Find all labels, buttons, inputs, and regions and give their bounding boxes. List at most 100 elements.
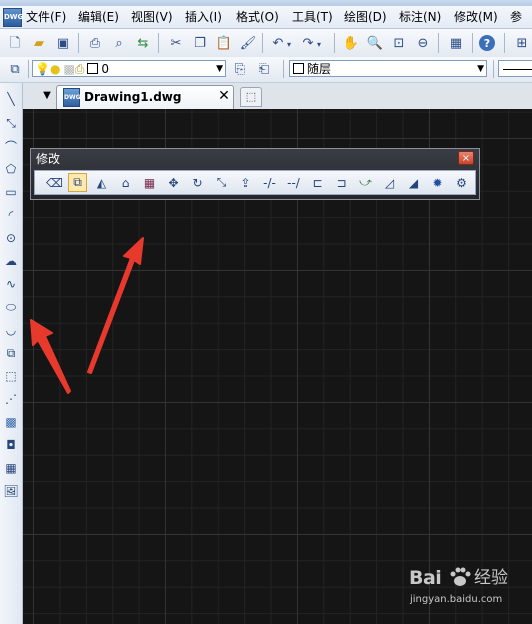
modify-panel-close-button[interactable]: × <box>458 151 474 165</box>
menu-dimension[interactable]: 标注(N) <box>399 6 441 28</box>
paw-icon <box>450 567 471 586</box>
point-icon[interactable]: ⋰ <box>2 390 20 408</box>
break-at-point-icon[interactable]: ⊏ <box>308 173 327 192</box>
extend-icon[interactable]: --/ <box>284 173 303 192</box>
polyline-icon[interactable]: ⌒ <box>2 137 20 155</box>
tab-list-arrow-icon[interactable]: ▼ <box>40 89 54 103</box>
layer-sun-icon: ● <box>49 62 61 76</box>
publish-icon[interactable]: ⇆ <box>133 33 153 53</box>
new-icon[interactable]: 🗋 <box>5 33 25 53</box>
layer-manager-icon[interactable]: ⧉ <box>5 59 25 79</box>
app-icon[interactable]: DWG <box>3 8 23 27</box>
region-icon[interactable]: ◘ <box>2 436 20 454</box>
mirror-icon[interactable]: ◭ <box>92 173 111 192</box>
color-dropdown[interactable]: 随层 ▼ <box>289 60 487 77</box>
menu-edit[interactable]: 编辑(E) <box>78 6 119 28</box>
copy-icon[interactable]: ❐ <box>190 33 210 53</box>
toolbar-separator <box>334 33 335 53</box>
toolbar-separator <box>28 60 29 78</box>
layer-on-icon: 💡 <box>35 62 50 76</box>
menu-file[interactable]: 文件(F) <box>26 6 66 28</box>
save-icon[interactable]: ▣ <box>53 33 73 53</box>
calculator-icon[interactable]: ▦ <box>446 33 466 53</box>
toolbar-separator <box>493 60 494 78</box>
erase-icon[interactable]: ⌫ <box>45 173 64 192</box>
make-layer-current-icon[interactable]: ⎘ <box>230 59 250 79</box>
circle-icon[interactable]: ⊙ <box>2 229 20 247</box>
menu-modify[interactable]: 修改(M) <box>454 6 498 28</box>
array-icon[interactable]: ▦ <box>140 173 159 192</box>
menu-param[interactable]: 参 <box>510 6 522 28</box>
explode-icon[interactable]: ✹ <box>428 173 447 192</box>
paste-icon[interactable]: 📋 <box>214 33 234 53</box>
tab-label: Drawing1.dwg <box>84 90 182 104</box>
scale-icon[interactable]: ⤡ <box>212 173 231 192</box>
chamfer-icon[interactable]: ◿ <box>380 173 399 192</box>
color-swatch <box>293 63 304 74</box>
construction-line-icon[interactable]: ⤡ <box>2 114 20 132</box>
color-value: 随层 <box>307 62 332 76</box>
chevron-down-icon: ▼ <box>216 64 223 74</box>
toolbar-separator <box>262 33 263 53</box>
zoom-window-icon[interactable]: ⊡ <box>389 33 409 53</box>
join-icon[interactable]: ⤻ <box>356 173 375 192</box>
toolbar-separator <box>78 33 79 53</box>
layer-color-swatch <box>87 63 99 74</box>
image-icon[interactable]: 🖼 <box>2 482 20 500</box>
print-icon[interactable]: ⎙ <box>85 33 105 53</box>
rotate-icon[interactable]: ↻ <box>188 173 207 192</box>
linetype-dropdown[interactable] <box>498 60 532 77</box>
chevron-down-icon: ▼ <box>477 64 484 74</box>
menu-tools[interactable]: 工具(T) <box>292 6 333 28</box>
undo-dropdown-icon[interactable]: ▾ <box>284 35 294 55</box>
menu-format[interactable]: 格式(O) <box>236 6 279 28</box>
ellipse-icon[interactable]: ⬭ <box>2 298 20 316</box>
ellipse-arc-icon[interactable]: ◡ <box>2 321 20 339</box>
linetype-preview <box>503 69 532 70</box>
layer-name: 0 <box>101 62 110 76</box>
menu-view[interactable]: 视图(V) <box>131 6 173 28</box>
redo-dropdown-icon[interactable]: ▾ <box>314 35 324 55</box>
pan-icon[interactable]: ✋ <box>341 33 361 53</box>
print-preview-icon[interactable]: ⌕ <box>109 33 129 53</box>
zoom-realtime-icon[interactable]: 🔍 <box>365 33 385 53</box>
workspace-icon[interactable]: ⊞ <box>512 33 532 53</box>
fillet-icon[interactable]: ◢ <box>404 173 423 192</box>
cut-icon[interactable]: ✂ <box>166 33 186 53</box>
table-icon[interactable]: ▦ <box>2 459 20 477</box>
arc-icon[interactable]: ◜ <box>2 206 20 224</box>
new-tab-button[interactable]: ⬚ <box>240 87 262 107</box>
make-block-icon[interactable]: ⬚ <box>2 367 20 385</box>
trim-icon[interactable]: -/- <box>260 173 279 192</box>
watermark-suffix: 经验 <box>474 568 508 588</box>
move-icon[interactable]: ✥ <box>164 173 183 192</box>
tab-close-icon[interactable]: ✕ <box>217 88 231 104</box>
menu-draw[interactable]: 绘图(D) <box>344 6 387 28</box>
break-icon[interactable]: ⊐ <box>332 173 351 192</box>
polygon-icon[interactable]: ⬠ <box>2 160 20 178</box>
toolbar-separator <box>438 33 439 53</box>
toolbar-separator <box>472 33 473 53</box>
zoom-previous-icon[interactable]: ⊖ <box>413 33 433 53</box>
layer-dropdown[interactable]: 💡● ▩⎙ 0 ▼ <box>32 60 226 77</box>
toolbar-separator <box>158 33 159 53</box>
insert-block-icon[interactable]: ⧉ <box>2 344 20 362</box>
copy-object-icon[interactable]: ⧉ <box>68 173 87 192</box>
layer-previous-icon[interactable]: ⎗ <box>254 59 274 79</box>
modify-properties-icon[interactable]: ⚙ <box>452 173 471 192</box>
offset-icon[interactable]: ⌂ <box>116 173 135 192</box>
line-icon[interactable]: ╲ <box>2 90 20 108</box>
hatch-icon[interactable]: ▩ <box>2 413 20 431</box>
match-properties-icon[interactable]: 🖌 <box>238 33 258 53</box>
open-icon[interactable]: ▰ <box>29 33 49 53</box>
menu-insert[interactable]: 插入(I) <box>185 6 222 28</box>
spline-icon[interactable]: ∿ <box>2 275 20 293</box>
toolbar-separator <box>283 60 284 78</box>
layer-lock-icon: ▩ <box>63 62 75 76</box>
help-icon[interactable]: ? <box>479 35 495 51</box>
baidu-watermark-logo: Bai <box>409 567 442 589</box>
watermark-url: jingyan.baidu.com <box>410 594 503 605</box>
stretch-icon[interactable]: ⇪ <box>236 173 255 192</box>
rectangle-icon[interactable]: ▭ <box>2 183 20 201</box>
revision-cloud-icon[interactable]: ☁ <box>2 252 20 270</box>
